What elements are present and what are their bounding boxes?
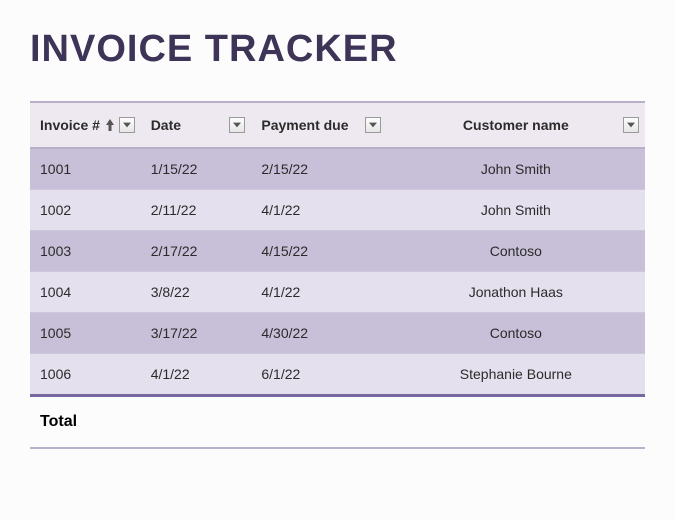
total-label: Total (30, 396, 141, 449)
filter-payment-due[interactable] (365, 117, 381, 133)
total-date (141, 396, 252, 449)
table-row: 10043/8/224/1/22Jonathon Haas (30, 272, 645, 313)
cell-payment_due: 4/1/22 (251, 190, 386, 231)
col-date: Date (141, 102, 252, 148)
cell-invoice: 1001 (30, 148, 141, 190)
col-payment-due-label: Payment due (261, 117, 348, 133)
table-row: 10064/1/226/1/22Stephanie Bourne (30, 354, 645, 396)
cell-payment_due: 4/1/22 (251, 272, 386, 313)
cell-payment_due: 2/15/22 (251, 148, 386, 190)
cell-customer: Jonathon Haas (387, 272, 645, 313)
cell-date: 2/11/22 (141, 190, 252, 231)
col-payment-due: Payment due (251, 102, 386, 148)
cell-customer: Stephanie Bourne (387, 354, 645, 396)
cell-payment_due: 4/15/22 (251, 231, 386, 272)
cell-invoice: 1005 (30, 313, 141, 354)
cell-date: 4/1/22 (141, 354, 252, 396)
col-invoice-label: Invoice # (40, 117, 100, 133)
sort-asc-icon (105, 118, 115, 132)
col-customer-label: Customer name (463, 117, 569, 133)
cell-date: 1/15/22 (141, 148, 252, 190)
table-row: 10011/15/222/15/22John Smith (30, 148, 645, 190)
cell-invoice: 1002 (30, 190, 141, 231)
total-customer (387, 396, 645, 449)
filter-customer[interactable] (623, 117, 639, 133)
cell-payment_due: 4/30/22 (251, 313, 386, 354)
cell-date: 3/17/22 (141, 313, 252, 354)
col-date-label: Date (151, 117, 181, 133)
cell-invoice: 1006 (30, 354, 141, 396)
cell-date: 3/8/22 (141, 272, 252, 313)
col-customer: Customer name (387, 102, 645, 148)
cell-date: 2/17/22 (141, 231, 252, 272)
cell-payment_due: 6/1/22 (251, 354, 386, 396)
cell-customer: John Smith (387, 190, 645, 231)
total-row: Total (30, 396, 645, 449)
table-header-row: Invoice # Date Payment due (30, 102, 645, 148)
cell-customer: John Smith (387, 148, 645, 190)
invoice-table: Invoice # Date Payment due (30, 101, 645, 449)
table-row: 10032/17/224/15/22Contoso (30, 231, 645, 272)
cell-customer: Contoso (387, 313, 645, 354)
table-row: 10022/11/224/1/22John Smith (30, 190, 645, 231)
filter-invoice[interactable] (119, 117, 135, 133)
page-title: INVOICE TRACKER (30, 28, 645, 71)
table-body: 10011/15/222/15/22John Smith10022/11/224… (30, 148, 645, 396)
col-invoice: Invoice # (30, 102, 141, 148)
cell-invoice: 1004 (30, 272, 141, 313)
cell-customer: Contoso (387, 231, 645, 272)
cell-invoice: 1003 (30, 231, 141, 272)
total-payment-due (251, 396, 386, 449)
filter-date[interactable] (229, 117, 245, 133)
table-row: 10053/17/224/30/22Contoso (30, 313, 645, 354)
